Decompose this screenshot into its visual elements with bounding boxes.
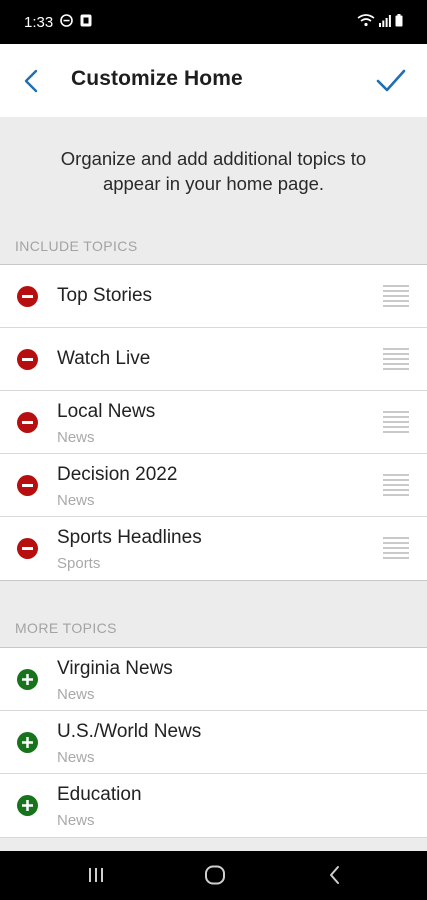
minus-circle-icon xyxy=(22,295,33,298)
recent-apps-icon xyxy=(89,868,103,882)
topic-category: News xyxy=(57,492,95,509)
plus-circle-icon xyxy=(22,737,33,748)
drag-handle-icon[interactable] xyxy=(383,348,409,370)
add-topic-button[interactable] xyxy=(17,669,38,690)
topic-title: Top Stories xyxy=(57,285,153,306)
topic-title: U.S./World News xyxy=(57,721,202,742)
topic-title: Sports Headlines xyxy=(57,527,202,548)
drag-handle-icon[interactable] xyxy=(383,285,409,307)
topic-category: Sports xyxy=(57,555,101,572)
more-topics-label: MORE TOPICS xyxy=(15,620,117,636)
topic-category: News xyxy=(57,812,95,829)
list-item: Education News xyxy=(0,774,427,837)
page-title: Customize Home xyxy=(71,67,243,90)
add-topic-button[interactable] xyxy=(17,732,38,753)
topic-title: Education xyxy=(57,784,142,805)
list-item: Local News News xyxy=(0,391,427,454)
minus-circle-icon xyxy=(22,358,33,361)
battery-icon xyxy=(395,13,403,31)
add-topic-button[interactable] xyxy=(17,795,38,816)
plus-circle-icon xyxy=(22,674,33,685)
minus-circle-icon xyxy=(22,484,33,487)
notification-app-icon xyxy=(80,14,92,31)
list-item: Top Stories xyxy=(0,265,427,328)
remove-topic-button[interactable] xyxy=(17,538,38,559)
drag-handle-icon[interactable] xyxy=(383,474,409,496)
home-icon xyxy=(205,865,225,885)
include-topics-list: Top Stories Watch Live Local News News D… xyxy=(0,264,427,581)
confirm-button[interactable] xyxy=(375,68,407,94)
topic-category: News xyxy=(57,749,95,766)
include-topics-label: INCLUDE TOPICS xyxy=(15,238,138,254)
intro-description: Organize and add additional topics to ap… xyxy=(0,117,427,227)
list-item: Sports Headlines Sports xyxy=(0,517,427,580)
more-topics-list: Virginia News News U.S./World News News … xyxy=(0,647,427,838)
minus-circle-icon xyxy=(22,547,33,550)
back-arrow-icon xyxy=(330,866,339,884)
intro-line-1: Organize and add additional topics to xyxy=(60,148,367,169)
topic-title: Decision 2022 xyxy=(57,464,178,485)
list-item: Watch Live xyxy=(0,328,427,391)
home-button[interactable] xyxy=(204,865,226,890)
wifi-icon xyxy=(357,13,375,31)
minus-circle-icon xyxy=(22,421,33,424)
chevron-left-icon xyxy=(24,69,38,93)
checkmark-icon xyxy=(376,69,406,92)
app-header: Customize Home xyxy=(0,44,427,117)
topic-category: News xyxy=(57,429,95,446)
remove-topic-button[interactable] xyxy=(17,349,38,370)
list-item: Virginia News News xyxy=(0,648,427,711)
remove-topic-button[interactable] xyxy=(17,475,38,496)
status-bar: 1:33 xyxy=(0,0,427,44)
drag-handle-icon[interactable] xyxy=(383,411,409,433)
do-not-disturb-icon xyxy=(60,13,74,31)
remove-topic-button[interactable] xyxy=(17,286,38,307)
status-time: 1:33 xyxy=(24,13,54,31)
topic-category: News xyxy=(57,686,95,703)
plus-circle-icon xyxy=(22,800,33,811)
remove-topic-button[interactable] xyxy=(17,412,38,433)
back-button[interactable] xyxy=(20,68,44,94)
cellular-signal-icon xyxy=(379,14,391,31)
topic-title: Local News xyxy=(57,401,156,422)
intro-line-2: appear in your home page. xyxy=(102,173,325,194)
topic-title: Watch Live xyxy=(57,348,151,369)
system-navigation-bar xyxy=(0,851,427,900)
system-back-button[interactable] xyxy=(327,865,343,890)
list-item: U.S./World News News xyxy=(0,711,427,774)
list-item: Decision 2022 News xyxy=(0,454,427,517)
drag-handle-icon[interactable] xyxy=(383,537,409,559)
topic-title: Virginia News xyxy=(57,658,173,679)
recent-apps-button[interactable] xyxy=(86,865,106,890)
